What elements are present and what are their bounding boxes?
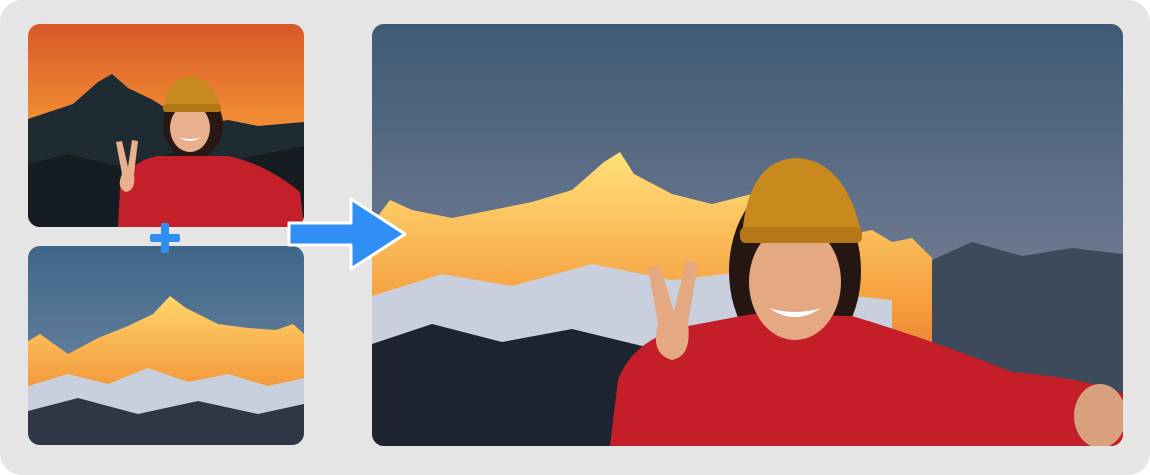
source-selfie-image xyxy=(28,24,304,227)
source-mountain-image xyxy=(28,246,304,445)
comparison-panel xyxy=(0,0,1150,475)
plus-icon xyxy=(150,223,180,253)
result-composite-image xyxy=(372,24,1123,446)
arrow-right-icon xyxy=(287,197,407,271)
